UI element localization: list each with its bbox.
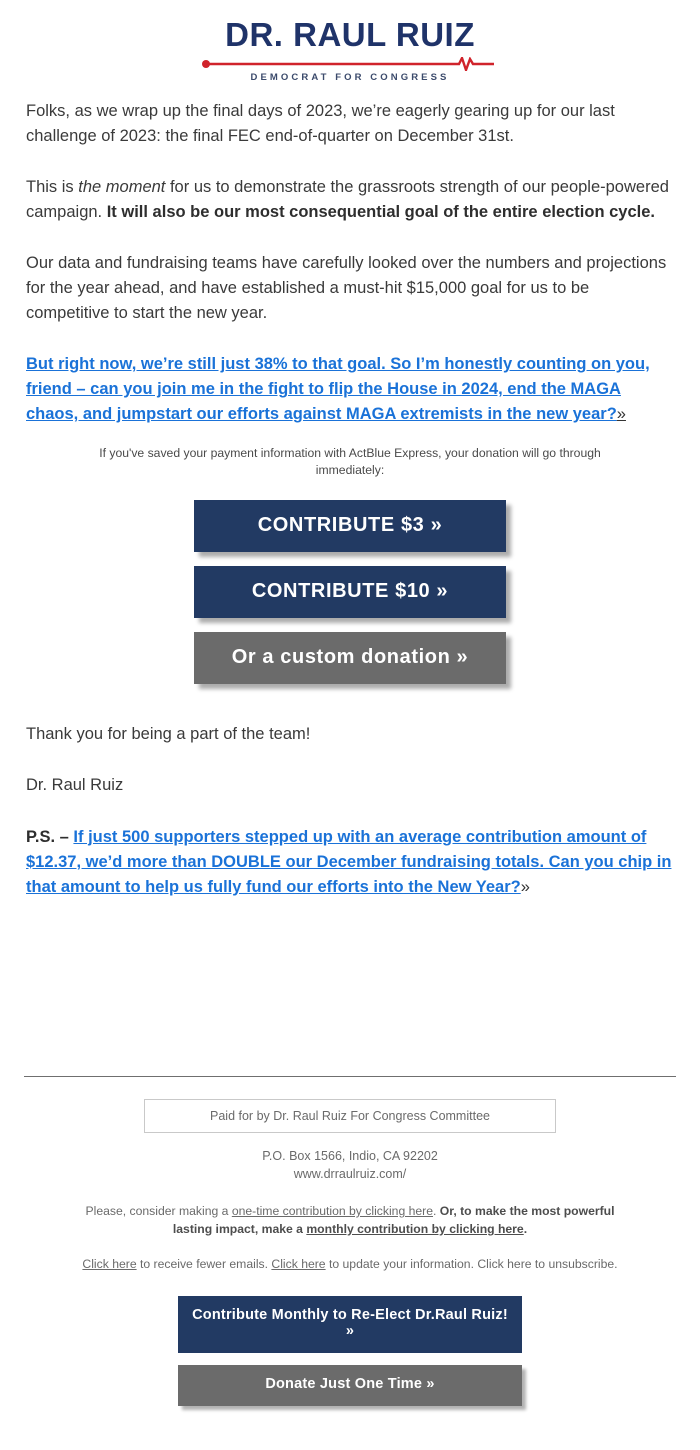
paragraph-primary-link: But right now, we’re still just 38% to t… [26, 352, 674, 427]
donate-one-time-button[interactable]: Donate Just One Time » [178, 1364, 522, 1406]
para2-bold: It will also be our most consequential g… [106, 202, 656, 221]
consider-pre: Please, consider making a [85, 1204, 232, 1218]
ps-label: P.S. – [26, 827, 69, 846]
signoff-block: Thank you for being a part of the team! … [26, 704, 674, 899]
address-line: P.O. Box 1566, Indio, CA 92202 [262, 1148, 438, 1163]
primary-donate-link[interactable]: But right now, we’re still just 38% to t… [26, 355, 650, 423]
paragraph-moment: This is the moment for us to demonstrate… [26, 175, 674, 225]
campaign-logo[interactable]: DR. RAUL RUIZ DEMOCRAT FOR CONGRESS [200, 16, 500, 83]
paid-for-disclaimer: Paid for by Dr. Raul Ruiz For Congress C… [144, 1098, 556, 1133]
ps-link-chevron[interactable]: » [521, 878, 530, 896]
manage-mid-2: to update your information. Click here t… [325, 1257, 618, 1272]
website-line: www.drraulruiz.com/ [293, 1166, 407, 1181]
paragraph-goal: Our data and fundraising teams have care… [26, 253, 667, 323]
paragraph-intro: Folks, as we wrap up the final days of 2… [26, 101, 615, 145]
committee-address: P.O. Box 1566, Indio, CA 92202 www.drrau… [24, 1147, 676, 1183]
thank-you-line: Thank you for being a part of the team! [26, 725, 311, 744]
logo-tagline: DEMOCRAT FOR CONGRESS [250, 71, 450, 83]
actblue-express-note: If you've saved your payment information… [99, 446, 601, 477]
signature-line: Dr. Raul Ruiz [26, 776, 124, 795]
contribute-3-button[interactable]: CONTRIBUTE $3 » [194, 500, 506, 553]
para2-emphasis: the moment [78, 177, 166, 196]
manage-mid-1: to receive fewer emails. [136, 1257, 272, 1272]
footer-divider [24, 1075, 676, 1077]
contribute-10-button[interactable]: CONTRIBUTE $10 » [194, 566, 506, 619]
email-content: Folks, as we wrap up the final days of 2… [0, 99, 700, 1076]
consider-contribution-note: Please, consider making a one-time contr… [24, 1203, 676, 1238]
logo-candidate-name: DR. RAUL RUIZ [225, 16, 475, 53]
monthly-contribution-link[interactable]: monthly contribution by clicking here [306, 1222, 523, 1236]
para2-pre: This is [26, 177, 79, 196]
email-preferences-note: Click here to receive fewer emails. Clic… [24, 1256, 676, 1274]
cta-button-group: CONTRIBUTE $3 » CONTRIBUTE $10 » Or a cu… [26, 500, 674, 704]
logo-heartbeat-rule [200, 56, 500, 71]
fewer-emails-link[interactable]: Click here [82, 1257, 136, 1271]
primary-link-chevron[interactable]: » [617, 405, 626, 423]
contribute-monthly-button[interactable]: Contribute Monthly to Re-Elect Dr.Raul R… [178, 1296, 522, 1353]
postscript: P.S. – If just 500 supporters stepped up… [26, 825, 674, 900]
update-info-link[interactable]: Click here [271, 1257, 325, 1271]
one-time-contribution-link[interactable]: one-time contribution by clicking here [232, 1204, 433, 1218]
email-header: DR. RAUL RUIZ DEMOCRAT FOR CONGRESS [0, 0, 700, 99]
consider-mid: . [433, 1204, 440, 1218]
email-footer: Paid for by Dr. Raul Ruiz For Congress C… [0, 1098, 700, 1438]
consider-end: . [523, 1221, 528, 1236]
email-body: DR. RAUL RUIZ DEMOCRAT FOR CONGRESS Folk… [0, 0, 700, 1438]
ps-donate-link[interactable]: If just 500 supporters stepped up with a… [26, 828, 671, 896]
custom-donation-button[interactable]: Or a custom donation » [194, 632, 506, 685]
